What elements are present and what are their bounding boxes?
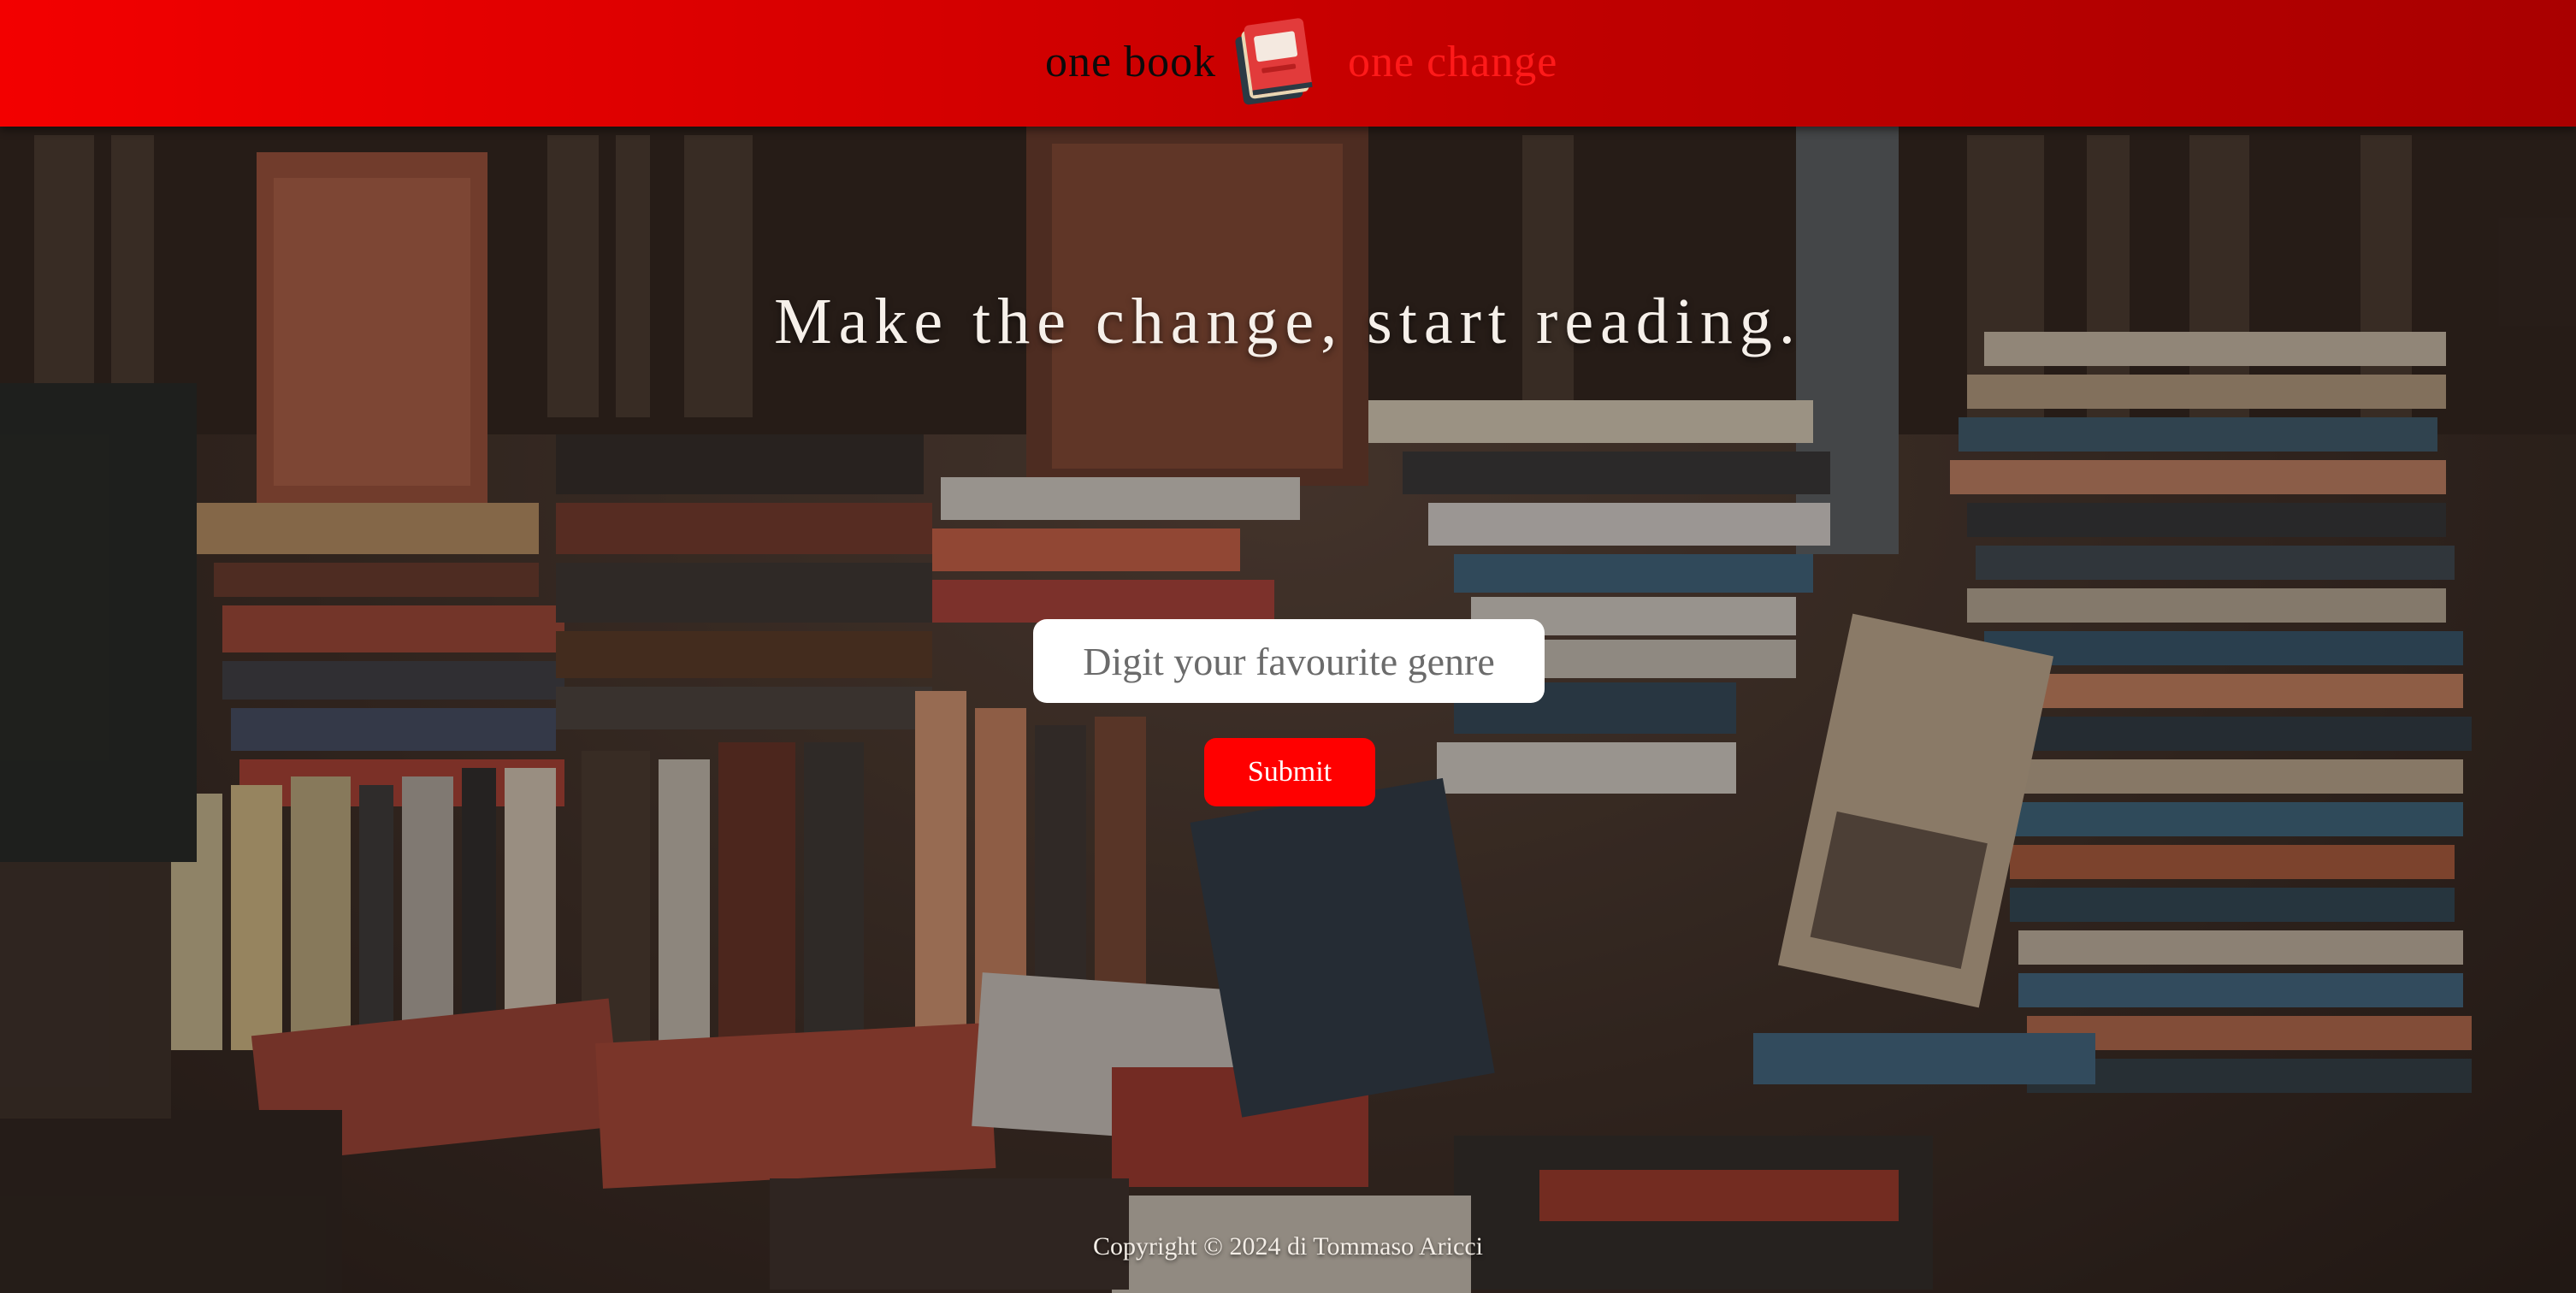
book-stack-icon bbox=[1235, 18, 1313, 105]
genre-search-input[interactable] bbox=[1033, 619, 1545, 703]
brand-name-left: one book bbox=[1045, 38, 1217, 86]
brand-name-right: one change bbox=[1348, 38, 1558, 86]
page: one book one change Make the change, sta… bbox=[0, 0, 2576, 1293]
site-header: one book one change bbox=[0, 0, 2576, 127]
submit-button[interactable]: Submit bbox=[1204, 738, 1375, 806]
footer-copyright: Copyright © 2024 di Tommaso Aricci bbox=[1093, 1232, 1483, 1261]
hero-title: Make the change, start reading. bbox=[774, 286, 1802, 357]
